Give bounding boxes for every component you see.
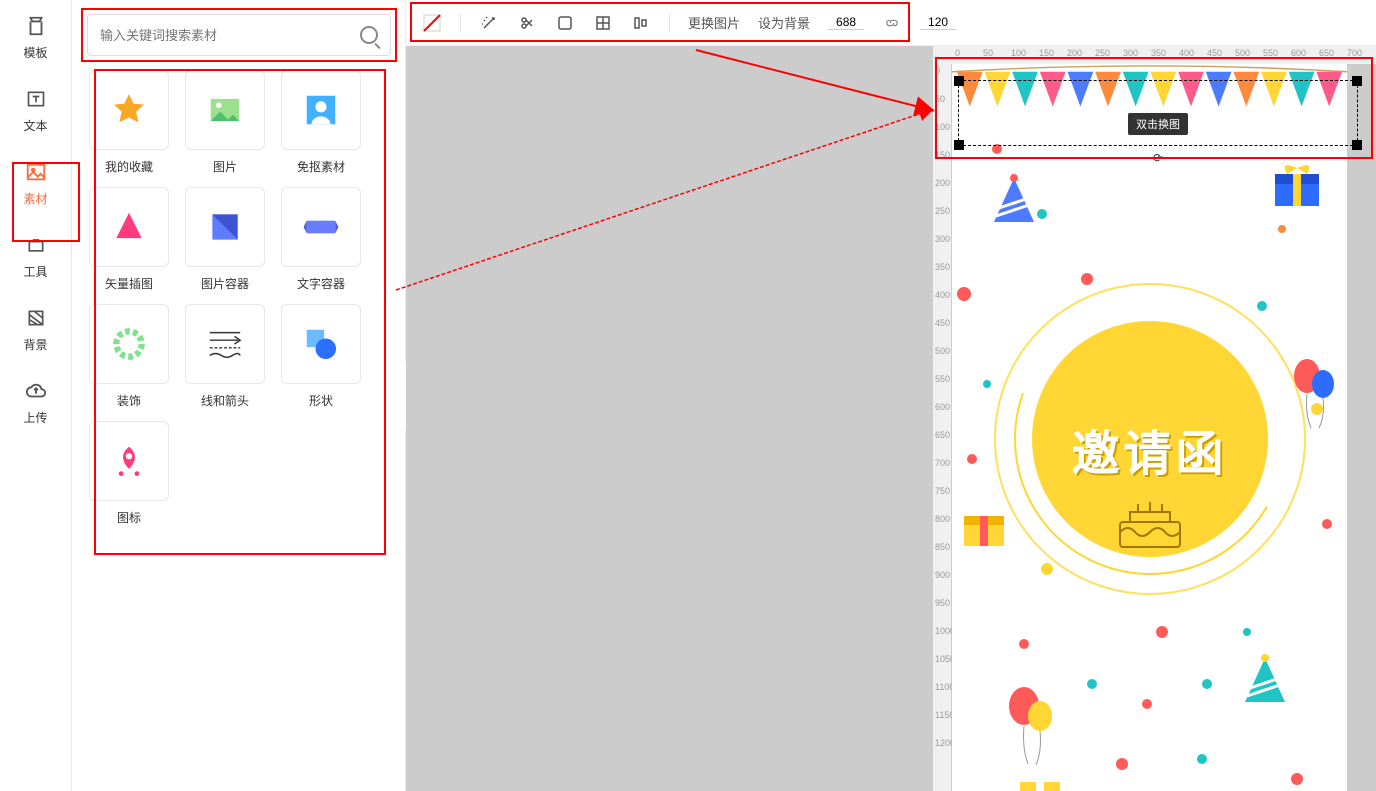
selection-tooltip: 双击换图: [1128, 113, 1188, 135]
category-label: 我的收藏: [105, 158, 153, 175]
template-icon: [22, 12, 50, 40]
category-label: 线和箭头: [201, 392, 249, 409]
search-icon[interactable]: [360, 26, 378, 44]
category-label: 文字容器: [297, 275, 345, 292]
sidebar-item-label: 素材: [23, 190, 47, 207]
text-icon: [22, 85, 50, 113]
sidebar-item-label: 工具: [23, 263, 47, 280]
party-hat-icon: [987, 174, 1041, 234]
resize-handle[interactable]: [954, 76, 964, 86]
upload-icon: [22, 377, 50, 405]
party-hat-icon: [1238, 654, 1292, 714]
resize-handle[interactable]: [954, 140, 964, 150]
category-label: 图片: [213, 158, 237, 175]
replace-image-button[interactable]: 更换图片: [688, 13, 740, 32]
sidebar-item-templates[interactable]: 模板: [0, 0, 71, 73]
category-icon[interactable]: 图标: [87, 421, 171, 526]
wand-icon[interactable]: [479, 13, 499, 33]
sidebar: 模板 文本 素材 工具 背景 上传: [0, 0, 72, 791]
sidebar-item-tools[interactable]: 工具: [0, 219, 71, 292]
separator: [460, 14, 461, 32]
assets-icon: [22, 158, 50, 186]
category-label: 免抠素材: [297, 158, 345, 175]
gift-icon: [1012, 764, 1068, 791]
category-label: 装饰: [117, 392, 141, 409]
sidebar-item-assets[interactable]: 素材: [0, 146, 71, 219]
balloon-icon: [1002, 682, 1058, 772]
category-img-frame[interactable]: 图片容器: [183, 187, 267, 292]
sidebar-item-text[interactable]: 文本: [0, 73, 71, 146]
category-label: 矢量插图: [105, 275, 153, 292]
category-label: 图标: [117, 509, 141, 526]
fit-icon[interactable]: [593, 13, 613, 33]
width-input[interactable]: [828, 15, 864, 30]
search-box[interactable]: [87, 14, 391, 56]
category-shape[interactable]: 形状: [279, 304, 363, 409]
separator: [669, 14, 670, 32]
category-cutout[interactable]: 免抠素材: [279, 70, 363, 175]
category-image[interactable]: 图片: [183, 70, 267, 175]
category-grid: 我的收藏 图片 免抠素材 矢量插图 图片容器 文字容器 装饰 线和箭头: [73, 70, 405, 526]
asset-panel: 我的收藏 图片 免抠素材 矢量插图 图片容器 文字容器 装饰 线和箭头: [73, 0, 406, 791]
resize-handle[interactable]: [1352, 140, 1362, 150]
balloon-icon: [1289, 354, 1339, 434]
artboard[interactable]: 邀请函: [952, 64, 1347, 791]
sidebar-item-background[interactable]: 背景: [0, 292, 71, 365]
search-input[interactable]: [100, 28, 360, 43]
gift-icon: [954, 494, 1014, 554]
crop-icon[interactable]: [517, 13, 537, 33]
no-fill-icon[interactable]: [422, 13, 442, 33]
category-decor[interactable]: 装饰: [87, 304, 171, 409]
rotate-handle[interactable]: ⟳: [1153, 151, 1163, 165]
selection-box[interactable]: ⟳ 双击换图: [958, 80, 1358, 146]
link-icon[interactable]: [882, 13, 902, 33]
annotation-arrow: [386, 100, 946, 300]
sidebar-item-upload[interactable]: 上传: [0, 365, 71, 438]
square-icon[interactable]: [555, 13, 575, 33]
sidebar-item-label: 背景: [23, 336, 47, 353]
ruler-horizontal: 0501001502002503003504004505005506006507…: [933, 46, 1376, 64]
category-vector[interactable]: 矢量插图: [87, 187, 171, 292]
sidebar-item-label: 上传: [23, 409, 47, 426]
resize-handle[interactable]: [1352, 76, 1362, 86]
tools-icon: [22, 231, 50, 259]
align-icon[interactable]: [631, 13, 651, 33]
category-fav[interactable]: 我的收藏: [87, 70, 171, 175]
category-label: 图片容器: [201, 275, 249, 292]
height-input[interactable]: [920, 15, 956, 30]
category-lines[interactable]: 线和箭头: [183, 304, 267, 409]
gift-icon: [1267, 156, 1327, 212]
background-icon: [22, 304, 50, 332]
category-text-frame[interactable]: 文字容器: [279, 187, 363, 292]
sidebar-item-label: 模板: [23, 44, 47, 61]
sidebar-item-label: 文本: [23, 117, 47, 134]
category-label: 形状: [309, 392, 333, 409]
set-background-button[interactable]: 设为背景: [758, 13, 810, 32]
